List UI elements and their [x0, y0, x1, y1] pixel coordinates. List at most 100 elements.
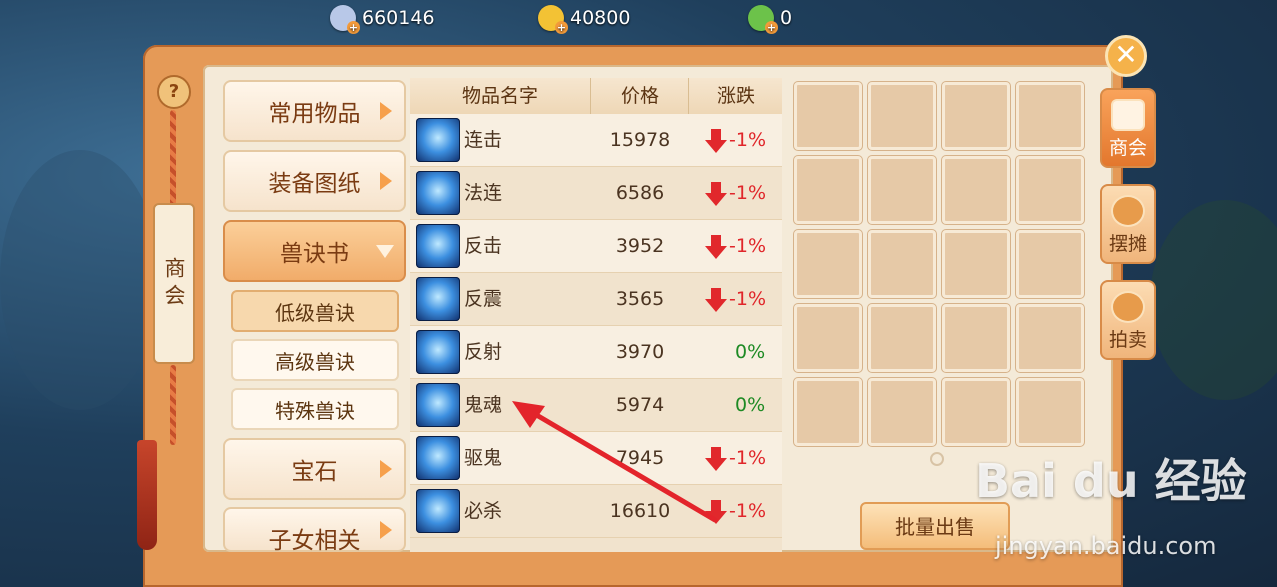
category-label: 宝石 — [291, 459, 338, 485]
sell-slot[interactable] — [1016, 378, 1084, 446]
category-label: 装备图纸 — [268, 171, 361, 197]
background-tree — [1150, 200, 1277, 400]
category-children[interactable]: 子女相关 — [223, 507, 406, 554]
skill-book-icon — [416, 330, 460, 374]
item-name: 反震 — [464, 288, 503, 310]
item-change-value: -1% — [729, 500, 766, 522]
sell-slot[interactable] — [794, 304, 862, 372]
sell-slot[interactable] — [1016, 304, 1084, 372]
item-price: 6586 — [615, 182, 665, 204]
sell-slot[interactable] — [868, 156, 936, 224]
item-name: 驱鬼 — [464, 447, 503, 469]
gold-coin-icon: + — [538, 5, 568, 34]
item-change: -1% — [705, 485, 766, 537]
table-row[interactable]: 连击 15978 -1% — [410, 114, 782, 167]
sell-slot[interactable] — [794, 82, 862, 150]
item-change-value: -1% — [729, 129, 766, 151]
skill-book-icon — [416, 171, 460, 215]
item-change-value: -1% — [729, 235, 766, 257]
category-beast-skill-books[interactable]: 兽诀书 — [223, 220, 406, 282]
tab-label: 摆摊 — [1108, 233, 1147, 255]
item-change-value: -1% — [729, 182, 766, 204]
jade-currency[interactable]: + 0 — [748, 4, 792, 34]
sell-slot[interactable] — [942, 378, 1010, 446]
item-name: 反击 — [464, 235, 503, 257]
item-name: 反射 — [464, 341, 503, 363]
table-row[interactable]: 反击 3952 -1% — [410, 220, 782, 273]
skill-book-icon — [416, 383, 460, 427]
chevron-right-icon — [380, 172, 392, 190]
item-change-value: -1% — [729, 288, 766, 310]
panel-title-tag: 商会 — [153, 203, 195, 364]
category-gems[interactable]: 宝石 — [223, 438, 406, 500]
item-change: -1% — [705, 273, 766, 325]
chevron-right-icon — [380, 102, 392, 120]
tab-chamber-of-commerce[interactable]: 商会 — [1100, 88, 1156, 168]
sell-slot[interactable] — [794, 230, 862, 298]
sell-slot[interactable] — [868, 230, 936, 298]
sell-slot[interactable] — [868, 82, 936, 150]
sell-slot[interactable] — [868, 304, 936, 372]
jade-coin-icon: + — [748, 5, 778, 34]
shop-icon — [1113, 101, 1143, 129]
skill-book-icon — [416, 277, 460, 321]
item-price: 3565 — [615, 288, 665, 310]
subcategory-special[interactable]: 特殊兽诀 — [231, 388, 399, 430]
coins-icon — [1113, 197, 1143, 225]
silver-coin-icon: + — [330, 5, 360, 34]
table-row[interactable]: 鬼魂 5974 0% — [410, 379, 782, 432]
tassel-decoration — [137, 440, 157, 550]
tab-auction[interactable]: 拍卖 — [1100, 280, 1156, 360]
close-icon[interactable]: ✕ — [1105, 35, 1147, 77]
sell-slot[interactable] — [942, 230, 1010, 298]
chevron-down-icon — [376, 244, 394, 258]
help-button[interactable]: ? — [157, 75, 191, 109]
silver-currency[interactable]: + 660146 — [330, 4, 435, 34]
subcategory-low-level[interactable]: 低级兽诀 — [231, 290, 399, 332]
tab-label: 拍卖 — [1108, 329, 1147, 351]
price-down-icon — [705, 128, 727, 153]
sell-slot[interactable] — [1016, 230, 1084, 298]
skill-book-icon — [416, 224, 460, 268]
price-down-icon — [705, 234, 727, 259]
gold-currency[interactable]: + 40800 — [538, 4, 631, 34]
item-price-table[interactable]: 物品名字 价格 涨跌 连击 15978 -1% 法连 6586 -1% 反击 3952 -1% 反… — [410, 78, 782, 552]
category-label: 常用物品 — [268, 101, 361, 127]
tab-stall[interactable]: 摆摊 — [1100, 184, 1156, 264]
table-row[interactable]: 法连 6586 -1% — [410, 167, 782, 220]
category-equipment-blueprints[interactable]: 装备图纸 — [223, 150, 406, 212]
skill-book-icon — [416, 489, 460, 533]
table-row[interactable]: 反射 3970 0% — [410, 326, 782, 379]
header-price: 价格 — [590, 78, 689, 114]
sell-slot[interactable] — [942, 304, 1010, 372]
item-price: 5974 — [615, 394, 665, 416]
price-down-icon — [705, 446, 727, 471]
sell-slot[interactable] — [794, 156, 862, 224]
background-roof — [0, 150, 160, 410]
item-price: 7945 — [615, 447, 665, 469]
item-price: 3970 — [615, 341, 665, 363]
table-row[interactable]: 驱鬼 7945 -1% — [410, 432, 782, 485]
sell-slot[interactable] — [794, 378, 862, 446]
skill-book-icon — [416, 436, 460, 480]
table-row[interactable]: 反震 3565 -1% — [410, 273, 782, 326]
sell-slot[interactable] — [868, 378, 936, 446]
item-change-value: 0% — [735, 394, 766, 416]
sell-slot[interactable] — [1016, 82, 1084, 150]
item-change: -1% — [705, 432, 766, 484]
item-change: -1% — [705, 220, 766, 272]
table-row[interactable]: 必杀 16610 -1% — [410, 485, 782, 538]
sell-slot[interactable] — [942, 156, 1010, 224]
sell-slot[interactable] — [942, 82, 1010, 150]
baidu-watermark-url: jingyan.baidu.com — [995, 532, 1217, 560]
table-header: 物品名字 价格 涨跌 — [410, 78, 782, 115]
category-common-items[interactable]: 常用物品 — [223, 80, 406, 142]
chevron-right-icon — [380, 460, 392, 478]
header-change: 涨跌 — [688, 78, 782, 114]
price-down-icon — [705, 499, 727, 524]
gold-amount: 40800 — [570, 7, 631, 29]
rope-decoration — [170, 110, 176, 205]
sell-slot[interactable] — [1016, 156, 1084, 224]
subcategory-high-level[interactable]: 高级兽诀 — [231, 339, 399, 381]
skill-book-icon — [416, 118, 460, 162]
